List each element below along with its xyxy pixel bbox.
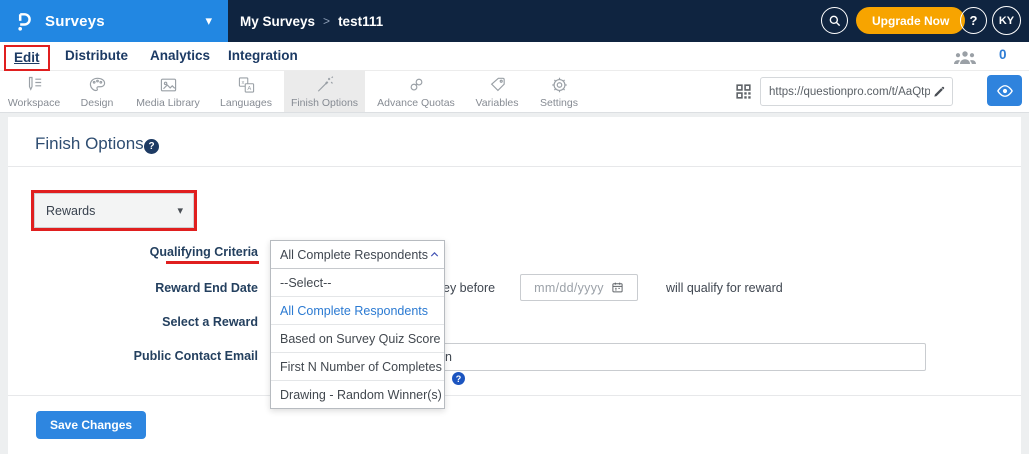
reward-end-date-label: Reward End Date: [128, 280, 258, 296]
avatar[interactable]: KY: [992, 6, 1021, 35]
toolbar-item-label: Finish Options: [291, 97, 358, 109]
page-help-icon[interactable]: ?: [144, 139, 159, 154]
qualifying-criteria-label: Qualifying Criteria: [128, 244, 258, 260]
toolbar-item-label: Settings: [540, 97, 578, 109]
tab-analytics[interactable]: Analytics: [150, 48, 210, 63]
dropdown-option-all-complete-respondents[interactable]: All Complete Respondents: [271, 296, 444, 324]
date-placeholder: mm/dd/yyyy: [534, 281, 604, 295]
caret-down-icon: ▾: [177, 204, 183, 217]
svg-text:A: A: [247, 86, 251, 92]
toolbar-item-languages[interactable]: x A Languages: [204, 71, 288, 112]
search-icon: [828, 14, 842, 28]
qr-code-icon[interactable]: [734, 82, 753, 101]
title-divider: [8, 166, 1021, 167]
svg-text:x: x: [241, 80, 244, 86]
collaborators-icon[interactable]: [953, 50, 977, 65]
eye-icon: [996, 84, 1014, 98]
chevron-down-icon: ▾: [205, 13, 212, 29]
reward-end-date-suffix-text: will qualify for reward: [666, 281, 783, 295]
toolbar-item-label: Design: [81, 97, 114, 109]
dropdown-option-drawing-random-winners[interactable]: Drawing - Random Winner(s): [271, 380, 444, 408]
rewards-section-select[interactable]: Rewards ▾: [34, 193, 194, 228]
gear-icon: [549, 75, 570, 95]
toolbar-item-label: Media Library: [136, 97, 200, 109]
app-header: Surveys ▾ My Surveys > test111 Upgrade N…: [0, 0, 1029, 42]
product-switcher[interactable]: Surveys ▾: [0, 0, 228, 42]
save-changes-button[interactable]: Save Changes: [36, 411, 146, 439]
content-area: Finish Options ? Rewards ▾ Qualifying Cr…: [0, 113, 1029, 454]
survey-url-text: https://questionpro.com/t/AaQtpZ7s: [769, 86, 930, 98]
toolbar-item-label: Variables: [476, 97, 519, 109]
qualifying-criteria-select[interactable]: All Complete Respondents: [271, 241, 444, 269]
toolbar-item-label: Workspace: [8, 97, 60, 109]
toolbar-item-settings[interactable]: Settings: [517, 71, 601, 112]
rewards-select-value: Rewards: [46, 204, 95, 218]
toolbar-item-media-library[interactable]: Media Library: [126, 71, 210, 112]
collaborators-count[interactable]: 0: [999, 47, 1007, 62]
reward-end-date-prefix-text: ey before: [443, 281, 495, 295]
breadcrumb-separator: >: [323, 14, 330, 28]
qualifying-criteria-red-underline: [166, 261, 259, 264]
toolbar-item-advance-quotas[interactable]: Advance Quotas: [374, 71, 458, 112]
tab-distribute[interactable]: Distribute: [65, 48, 128, 63]
breadcrumb-current: test111: [338, 14, 383, 29]
tab-edit[interactable]: Edit: [14, 50, 40, 65]
pen-list-icon: [24, 75, 45, 95]
survey-nav-tabs: Edit Distribute Analytics Integration 0: [0, 42, 1029, 71]
dropdown-option-based-on-survey-quiz-score[interactable]: Based on Survey Quiz Score: [271, 324, 444, 352]
page-title: Finish Options: [35, 134, 144, 154]
chevron-up-icon: [428, 248, 441, 261]
search-button[interactable]: [821, 7, 848, 34]
dropdown-option-first-n-number-of-completes[interactable]: First N Number of Completes: [271, 352, 444, 380]
magic-wand-icon: [314, 75, 335, 95]
help-button[interactable]: ?: [960, 7, 987, 34]
product-label: Surveys: [45, 13, 105, 30]
pencil-icon[interactable]: [932, 85, 946, 99]
questionpro-logo-icon: [13, 10, 36, 33]
calendar-icon[interactable]: [611, 281, 624, 294]
tag-icon: [487, 75, 508, 95]
email-value-fragment: n: [445, 350, 452, 364]
qualifying-criteria-dropdown: All Complete Respondents --Select-- All …: [270, 240, 445, 409]
questionpro-app: Surveys ▾ My Surveys > test111 Upgrade N…: [0, 0, 1029, 454]
toolbar-item-label: Languages: [220, 97, 272, 109]
translate-icon: x A: [236, 75, 257, 95]
select-a-reward-label: Select a Reward: [128, 314, 258, 330]
breadcrumb: My Surveys > test111: [240, 0, 383, 42]
toolbar-item-label: Advance Quotas: [377, 97, 455, 109]
toolbar-item-finish-options[interactable]: Finish Options: [284, 71, 365, 112]
breadcrumb-parent[interactable]: My Surveys: [240, 14, 315, 29]
email-help-icon[interactable]: ?: [452, 372, 465, 385]
chain-links-icon: [406, 75, 427, 95]
dropdown-option-select[interactable]: --Select--: [271, 269, 444, 296]
tab-integration[interactable]: Integration: [228, 48, 298, 63]
footer-divider: [8, 395, 1021, 396]
palette-icon: [87, 75, 108, 95]
preview-survey-button[interactable]: [987, 75, 1022, 106]
rewards-highlight-box: Rewards ▾: [31, 190, 197, 231]
edit-tab-highlight-box: Edit: [4, 45, 50, 71]
image-icon: [158, 75, 179, 95]
reward-end-date-input[interactable]: mm/dd/yyyy: [520, 274, 638, 301]
survey-toolbar: Workspace Design Media Library: [0, 71, 1029, 113]
public-contact-email-label: Public Contact Email: [128, 348, 258, 364]
survey-url-input[interactable]: https://questionpro.com/t/AaQtpZ7s: [760, 77, 953, 106]
qualifying-criteria-selected-value: All Complete Respondents: [280, 248, 428, 262]
upgrade-now-button[interactable]: Upgrade Now: [856, 7, 965, 34]
